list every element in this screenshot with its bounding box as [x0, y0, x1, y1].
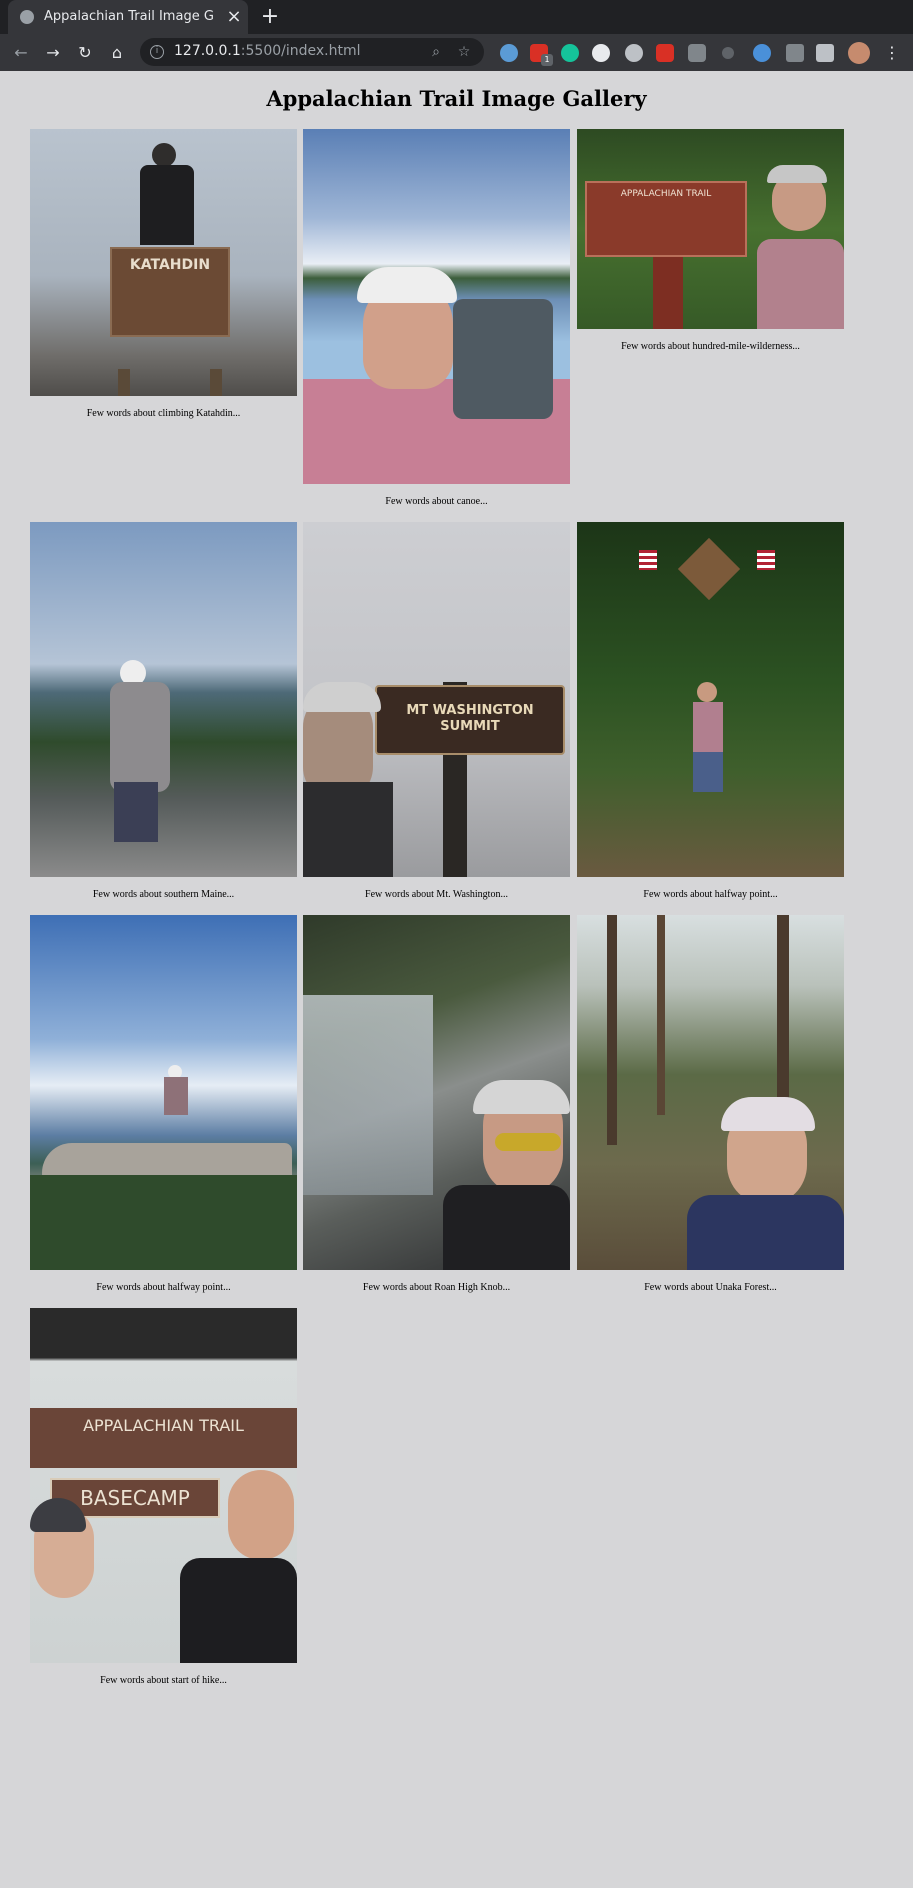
image-caption: Few words about southern Maine... [92, 889, 235, 900]
url-host: 127.0.0.1 [174, 43, 241, 59]
image-caption: Few words about halfway point... [96, 1282, 231, 1293]
gallery-image-mt-washington[interactable]: MT WASHINGTON SUMMIT [303, 522, 570, 877]
caution-sign: APPALACHIAN TRAIL [585, 181, 747, 257]
address-bar[interactable]: i 127.0.0.1:5500/index.html ⌕ ☆ [140, 38, 484, 66]
image-caption: Few words about Roan High Knob... [362, 1282, 511, 1293]
puzzle-icon[interactable] [816, 44, 834, 62]
gallery-image-canoe[interactable] [303, 129, 570, 484]
trail-sign: APPALACHIAN TRAIL [30, 1408, 297, 1468]
katahdin-sign: KATAHDIN [110, 247, 230, 337]
close-icon[interactable]: × [224, 7, 244, 27]
info-icon[interactable]: i [150, 45, 164, 59]
flag [639, 550, 657, 570]
summit-sign: MT WASHINGTON SUMMIT [375, 685, 565, 755]
page-title: Appalachian Trail Image Gallery [266, 86, 647, 111]
extension-badge: 1 [541, 54, 553, 66]
browser-toolbar: ← → ↻ ⌂ i 127.0.0.1:5500/index.html ⌕ ☆ … [0, 34, 913, 71]
extension-r-icon[interactable] [688, 44, 706, 62]
trail-marker-sign [677, 537, 741, 601]
image-caption: Few words about Unaka Forest... [644, 1282, 777, 1293]
extension-chart-icon[interactable] [592, 44, 610, 62]
tab-title: Appalachian Trail Image G [44, 9, 214, 24]
grammarly-icon[interactable] [561, 44, 579, 62]
flag [757, 550, 775, 570]
extension-dot-icon[interactable] [722, 47, 734, 59]
pin-icon[interactable] [786, 44, 804, 62]
extension-eyes-icon[interactable] [500, 44, 518, 62]
gallery-image-southern-maine[interactable] [30, 522, 297, 877]
image-caption: Few words about hundred-mile-wilderness.… [621, 341, 800, 352]
gallery-image-hundred-mile-wilderness[interactable]: APPALACHIAN TRAIL [577, 129, 844, 329]
extension-compass-icon[interactable] [753, 44, 771, 62]
profile-avatar[interactable] [848, 42, 870, 64]
url-text: 127.0.0.1:5500/index.html [174, 43, 361, 59]
browser-tab[interactable]: Appalachian Trail Image G × [8, 0, 248, 34]
home-icon[interactable]: ⌂ [104, 40, 130, 66]
image-caption: Few words about halfway point... [643, 889, 778, 900]
image-caption: Few words about climbing Katahdin... [86, 408, 241, 419]
star-icon[interactable]: ☆ [454, 42, 474, 62]
globe-icon [20, 10, 34, 24]
reload-icon[interactable]: ↻ [72, 40, 98, 66]
url-path: :5500/index.html [240, 43, 361, 59]
zoom-icon[interactable]: ⌕ [426, 42, 446, 62]
image-caption: Few words about canoe... [385, 496, 488, 507]
forward-arrow-icon[interactable]: → [40, 40, 66, 66]
gallery-image-katahdin[interactable]: KATAHDIN [30, 129, 297, 396]
gallery-image-roan-high-knob[interactable] [303, 915, 570, 1270]
tab-strip: Appalachian Trail Image G × + [0, 0, 913, 34]
image-caption: Few words about Mt. Washington... [365, 889, 508, 900]
extension-v-icon[interactable] [656, 44, 674, 62]
back-arrow-icon[interactable]: ← [8, 40, 34, 66]
image-caption: Few words about start of hike... [100, 1675, 227, 1686]
menu-icon[interactable]: ⋮ [882, 40, 902, 66]
gallery-image-halfway-point[interactable] [577, 522, 844, 877]
gallery-image-halfway-point-cliff[interactable] [30, 915, 297, 1270]
extension-paw-icon[interactable] [625, 44, 643, 62]
new-tab-button[interactable]: + [258, 5, 282, 29]
gallery-image-unaka-forest[interactable] [577, 915, 844, 1270]
gallery-image-start-of-hike[interactable]: APPALACHIAN TRAIL BASECAMP [30, 1308, 297, 1663]
